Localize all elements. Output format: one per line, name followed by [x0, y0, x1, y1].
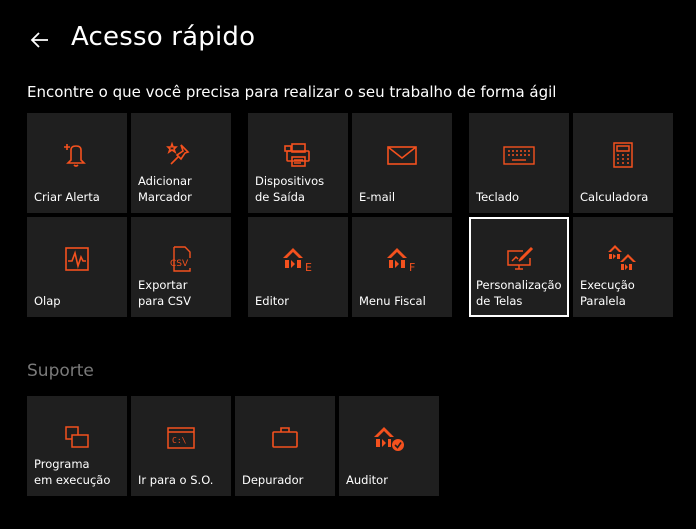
parallel-execution-icon [606, 242, 640, 276]
tile-label: Calculadora [580, 189, 649, 204]
tile-label: Auditor [346, 472, 388, 487]
tile-ir-para-o-so[interactable]: C:\ Ir para o S.O. [131, 396, 231, 496]
tile-adicionar-marcador[interactable]: Adicionar Marcador [131, 113, 231, 213]
tile-label: Depurador [242, 472, 304, 487]
tile-personalizacao-de-telas[interactable]: Personalização de Telas [469, 217, 569, 317]
svg-text:E: E [305, 261, 312, 274]
section-title-suporte: Suporte [27, 361, 94, 381]
page-title: Acesso rápido [71, 22, 256, 52]
tile-calculadora[interactable]: Calculadora [573, 113, 673, 213]
tile-olap[interactable]: Olap [27, 217, 127, 317]
briefcase-icon [268, 421, 302, 455]
page-subtitle: Encontre o que você precisa para realiza… [27, 83, 557, 101]
tile-auditor[interactable]: Auditor [339, 396, 439, 496]
svg-text:C:\: C:\ [172, 436, 187, 445]
arrow-left-icon [30, 32, 48, 48]
printer-icon [281, 138, 315, 172]
header: Acesso rápido [0, 0, 696, 80]
tile-execucao-paralela[interactable]: Execução Paralela [573, 217, 673, 317]
tile-label: Ir para o S.O. [138, 472, 214, 487]
svg-text:F: F [409, 261, 415, 274]
auditor-logo-icon [372, 421, 406, 455]
tile-exportar-para-csv[interactable]: CSV Exportar para CSV [131, 217, 231, 317]
back-button[interactable] [28, 28, 52, 52]
tile-label: Programa em execução [34, 457, 111, 487]
tile-label: Editor [255, 293, 290, 308]
tile-label: Menu Fiscal [359, 293, 426, 308]
tile-depurador[interactable]: Depurador [235, 396, 335, 496]
tile-criar-alerta[interactable]: Criar Alerta [27, 113, 127, 213]
tile-label: Execução Paralela [580, 278, 635, 308]
tile-label: Criar Alerta [34, 189, 100, 204]
command-prompt-icon: C:\ [164, 421, 198, 455]
windows-stack-icon [60, 421, 94, 455]
envelope-icon [385, 138, 419, 172]
tile-e-mail[interactable]: E-mail [352, 113, 452, 213]
tile-dispositivos-de-saida[interactable]: Dispositivos de Saída [248, 113, 348, 213]
tile-label: Adicionar Marcador [138, 174, 192, 204]
tile-teclado[interactable]: Teclado [469, 113, 569, 213]
pin-star-icon [164, 138, 198, 172]
tile-programa-em-execucao[interactable]: Programa em execução [27, 396, 127, 496]
tile-label: Teclado [476, 189, 520, 204]
tile-label: E-mail [359, 189, 396, 204]
keyboard-icon [502, 138, 536, 172]
tile-label: Dispositivos de Saída [255, 174, 325, 204]
fiscal-menu-logo-icon: F [385, 242, 419, 276]
tile-label: Personalização de Telas [476, 278, 562, 308]
tile-label: Olap [34, 293, 61, 308]
monitor-brush-icon [502, 242, 536, 276]
tile-menu-fiscal[interactable]: F Menu Fiscal [352, 217, 452, 317]
csv-file-icon: CSV [164, 242, 198, 276]
bell-alert-icon [60, 138, 94, 172]
editor-logo-icon: E [281, 242, 315, 276]
calculator-icon [606, 138, 640, 172]
olap-chart-icon [60, 242, 94, 276]
svg-text:CSV: CSV [170, 259, 189, 269]
tile-label: Exportar para CSV [138, 278, 191, 308]
tile-editor[interactable]: E Editor [248, 217, 348, 317]
